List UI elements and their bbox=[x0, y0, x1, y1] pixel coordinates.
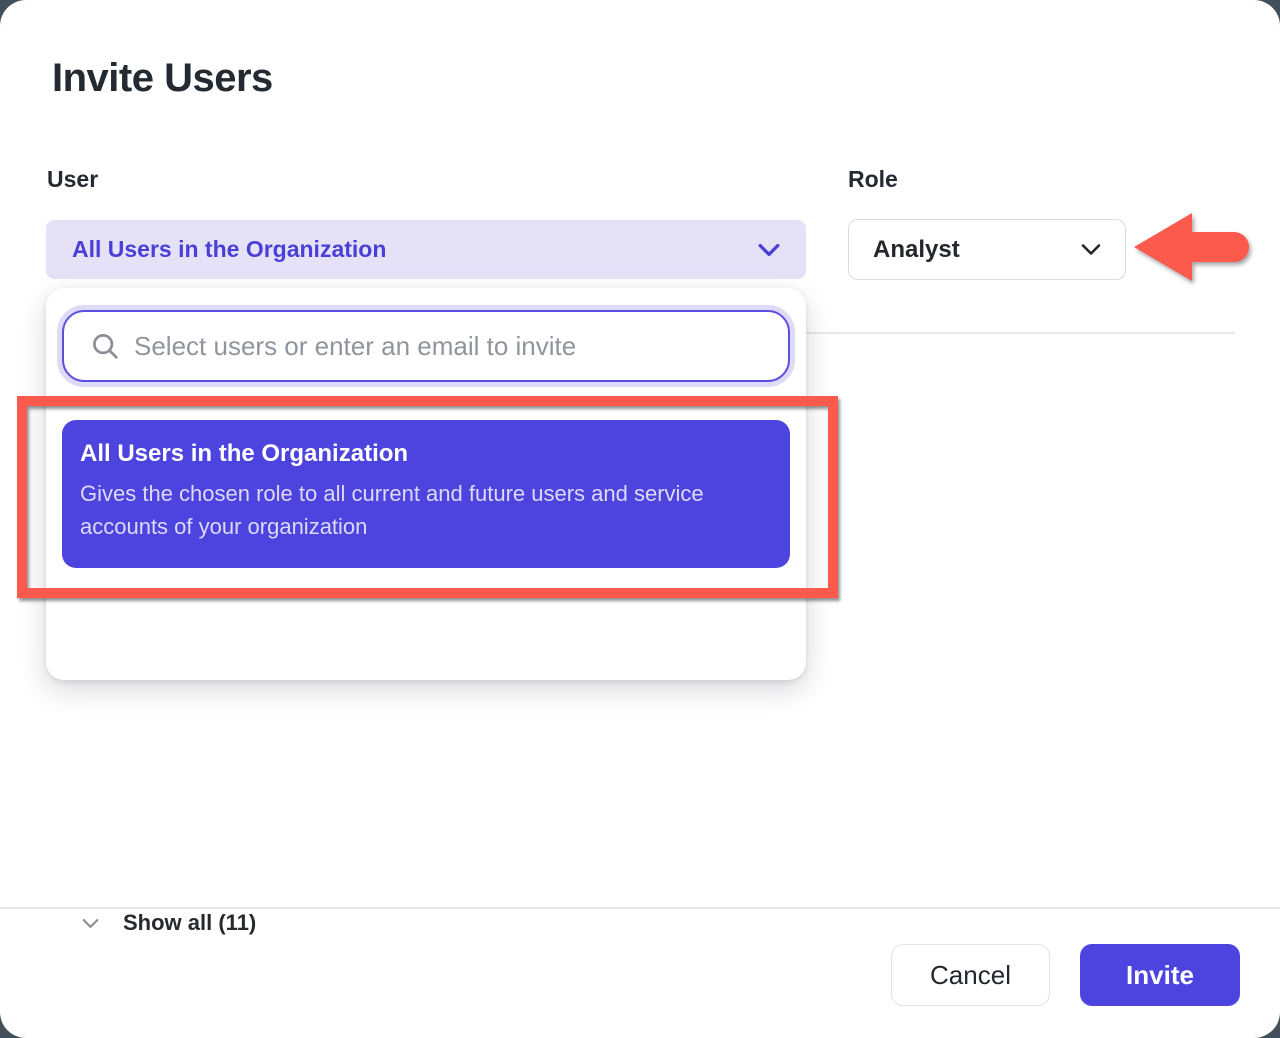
user-search-input[interactable] bbox=[134, 331, 768, 362]
chevron-down-icon bbox=[758, 243, 780, 257]
chevron-down-icon bbox=[1081, 243, 1101, 256]
user-search-box bbox=[62, 310, 790, 382]
cancel-button[interactable]: Cancel bbox=[891, 944, 1050, 1006]
search-icon bbox=[90, 331, 120, 361]
role-field-label: Role bbox=[848, 166, 898, 193]
user-field-label: User bbox=[47, 166, 98, 193]
user-select-value: All Users in the Organization bbox=[72, 236, 386, 263]
role-select-value: Analyst bbox=[873, 236, 960, 264]
option-all-users[interactable]: All Users in the Organization Gives the … bbox=[62, 420, 790, 568]
annotation-arrow-left-icon bbox=[1128, 205, 1254, 294]
chevron-down-icon bbox=[82, 918, 99, 929]
option-title: All Users in the Organization bbox=[80, 440, 766, 468]
user-dropdown-panel: All Users in the Organization Gives the … bbox=[46, 288, 806, 680]
invite-button[interactable]: Invite bbox=[1080, 944, 1240, 1006]
show-all-label: Show all (11) bbox=[123, 910, 256, 936]
option-description: Gives the chosen role to all current and… bbox=[80, 477, 760, 543]
page-title: Invite Users bbox=[52, 56, 273, 101]
invite-users-dialog: Invite Users User Role All Users in the … bbox=[0, 0, 1280, 1038]
role-select-trigger[interactable]: Analyst bbox=[848, 219, 1126, 280]
user-select-trigger[interactable]: All Users in the Organization bbox=[46, 220, 806, 279]
show-all-toggle[interactable]: Show all (11) bbox=[46, 903, 806, 943]
